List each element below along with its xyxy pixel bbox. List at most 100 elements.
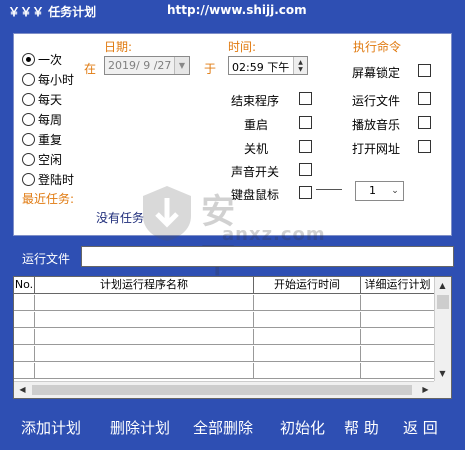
radio-repeat-indicator[interactable] <box>22 132 35 146</box>
scroll-corner <box>434 381 451 398</box>
exec-command-label: 执行命令 <box>353 40 402 54</box>
table-cell[interactable] <box>35 295 254 311</box>
initialize-button[interactable]: 初始化 <box>280 417 325 438</box>
time-spinner-icon[interactable]: ▲ ▼ <box>293 57 307 74</box>
radio-idle[interactable]: 空闲 <box>22 151 62 167</box>
back-button[interactable]: 返 回 <box>403 417 438 438</box>
table-row[interactable] <box>14 346 434 362</box>
action-sound-toggle-checkbox[interactable] <box>299 163 312 176</box>
table-cell[interactable] <box>254 329 361 345</box>
action-play-music-checkbox[interactable] <box>418 116 431 129</box>
radio-daily-indicator[interactable] <box>22 92 35 106</box>
date-label: 日期: <box>104 40 133 54</box>
action-restart-checkbox[interactable] <box>299 116 312 129</box>
radio-hourly[interactable]: 每小时 <box>22 71 74 87</box>
col-program-name[interactable]: 计划运行程序名称 <box>35 277 254 294</box>
radio-login-indicator[interactable] <box>22 172 35 186</box>
scroll-right-icon[interactable]: ▶ <box>418 382 433 397</box>
recent-tasks-label: 最近任务: <box>22 192 75 206</box>
radio-weekly[interactable]: 每周 <box>22 111 62 127</box>
date-value: 2019/ 9 /27 <box>108 59 172 72</box>
radio-weekly-indicator[interactable] <box>22 112 35 126</box>
table-cell[interactable] <box>14 363 35 379</box>
table-cell[interactable] <box>254 346 361 362</box>
horizontal-scroll-thumb[interactable] <box>32 385 412 395</box>
table-cell[interactable] <box>14 312 35 328</box>
table-row[interactable] <box>14 312 434 328</box>
action-run-file-checkbox[interactable] <box>418 92 431 105</box>
action-shutdown-checkbox[interactable] <box>299 140 312 153</box>
action-keyboard-mouse-checkbox[interactable] <box>299 186 312 199</box>
vertical-scroll-thumb[interactable] <box>437 295 449 309</box>
time-value: 02:59 下午 <box>232 61 290 74</box>
col-start-time[interactable]: 开始运行时间 <box>254 277 361 294</box>
radio-repeat-label: 重复 <box>38 132 63 147</box>
vertical-scrollbar[interactable]: ▲ ▼ <box>434 277 451 382</box>
radio-hourly-indicator[interactable] <box>22 72 35 86</box>
run-file-input[interactable] <box>81 246 454 267</box>
radio-daily[interactable]: 每天 <box>22 91 62 107</box>
date-dropdown-icon[interactable]: ▼ <box>174 57 189 74</box>
action-open-url-checkbox[interactable] <box>418 140 431 153</box>
action-lock-screen-checkbox[interactable] <box>418 64 431 77</box>
action-shutdown-label: 关机 <box>244 142 269 156</box>
col-no[interactable]: No. <box>14 277 35 294</box>
title-bar: ￥￥￥ 任务计划 http://www.shijj.com <box>0 0 465 22</box>
shield-icon <box>143 186 191 241</box>
col-detail-plan[interactable]: 详细运行计划 <box>361 277 434 294</box>
radio-once[interactable]: 一次 <box>22 51 62 67</box>
keyboard-count-select[interactable]: 1 ⌄ <box>355 181 404 201</box>
table-row[interactable] <box>14 295 434 311</box>
table-header: No. 计划运行程序名称 开始运行时间 详细运行计划 <box>14 277 434 294</box>
schedule-panel: 一次 每小时 每天 每周 重复 空闲 登陆时 日期: 在 2019/ 9 /27… <box>13 33 452 330</box>
radio-login[interactable]: 登陆时 <box>22 171 74 187</box>
radio-login-label: 登陆时 <box>38 172 75 187</box>
table-cell[interactable] <box>35 329 254 345</box>
time-picker[interactable]: 02:59 下午 ▲ ▼ <box>228 56 308 75</box>
radio-once-label: 一次 <box>38 52 63 67</box>
table-cell[interactable] <box>14 329 35 345</box>
action-keyboard-mouse-label: 键盘鼠标 <box>231 188 280 202</box>
watermark-url: anxz.com <box>222 224 326 245</box>
radio-hourly-label: 每小时 <box>38 72 75 87</box>
table-cell[interactable] <box>254 312 361 328</box>
table-cell[interactable] <box>254 295 361 311</box>
action-sound-toggle-label: 声音开关 <box>231 165 280 179</box>
radio-repeat[interactable]: 重复 <box>22 131 62 147</box>
table-row[interactable] <box>14 363 434 379</box>
table-cell[interactable] <box>35 312 254 328</box>
radio-daily-label: 每天 <box>38 92 63 107</box>
radio-idle-label: 空闲 <box>38 152 63 167</box>
action-end-program-label: 结束程序 <box>231 94 280 108</box>
task-scheduler-window: ￥￥￥ 任务计划 http://www.shijj.com 一次 每小时 每天 … <box>0 0 465 450</box>
delete-all-button[interactable]: 全部删除 <box>193 417 253 438</box>
table-row[interactable] <box>14 329 434 345</box>
help-button[interactable]: 帮 助 <box>344 417 379 438</box>
radio-idle-indicator[interactable] <box>22 152 35 166</box>
horizontal-scrollbar[interactable]: ◀ ▶ <box>14 381 434 398</box>
table-cell[interactable] <box>35 363 254 379</box>
scroll-up-icon[interactable]: ▲ <box>435 278 450 293</box>
action-play-music-label: 播放音乐 <box>352 118 401 132</box>
task-table[interactable]: No. 计划运行程序名称 开始运行时间 详细运行计划 ▲ ▼ ◀ ▶ <box>13 276 452 399</box>
table-cell[interactable] <box>14 295 35 311</box>
chevron-down-icon[interactable]: ⌄ <box>389 183 401 199</box>
delete-plan-button[interactable]: 删除计划 <box>110 417 170 438</box>
date-picker[interactable]: 2019/ 9 /27 ▼ <box>104 56 190 75</box>
action-open-url-label: 打开网址 <box>352 142 401 156</box>
table-cell[interactable] <box>254 363 361 379</box>
scroll-down-icon[interactable]: ▼ <box>435 366 450 381</box>
action-end-program-checkbox[interactable] <box>299 92 312 105</box>
scroll-left-icon[interactable]: ◀ <box>15 382 30 397</box>
action-run-file-label: 运行文件 <box>352 94 401 108</box>
window-title: ￥￥￥ 任务计划 <box>8 5 97 19</box>
radio-once-indicator[interactable] <box>22 52 35 66</box>
add-plan-button[interactable]: 添加计划 <box>21 417 81 438</box>
action-lock-screen-label: 屏幕锁定 <box>352 66 401 80</box>
time-label: 时间: <box>228 40 257 54</box>
table-cell[interactable] <box>14 346 35 362</box>
table-cell[interactable] <box>35 346 254 362</box>
date-at-label: 在 <box>84 62 97 76</box>
website-url[interactable]: http://www.shijj.com <box>167 3 307 17</box>
keyboard-count-value: 1 <box>369 184 376 197</box>
